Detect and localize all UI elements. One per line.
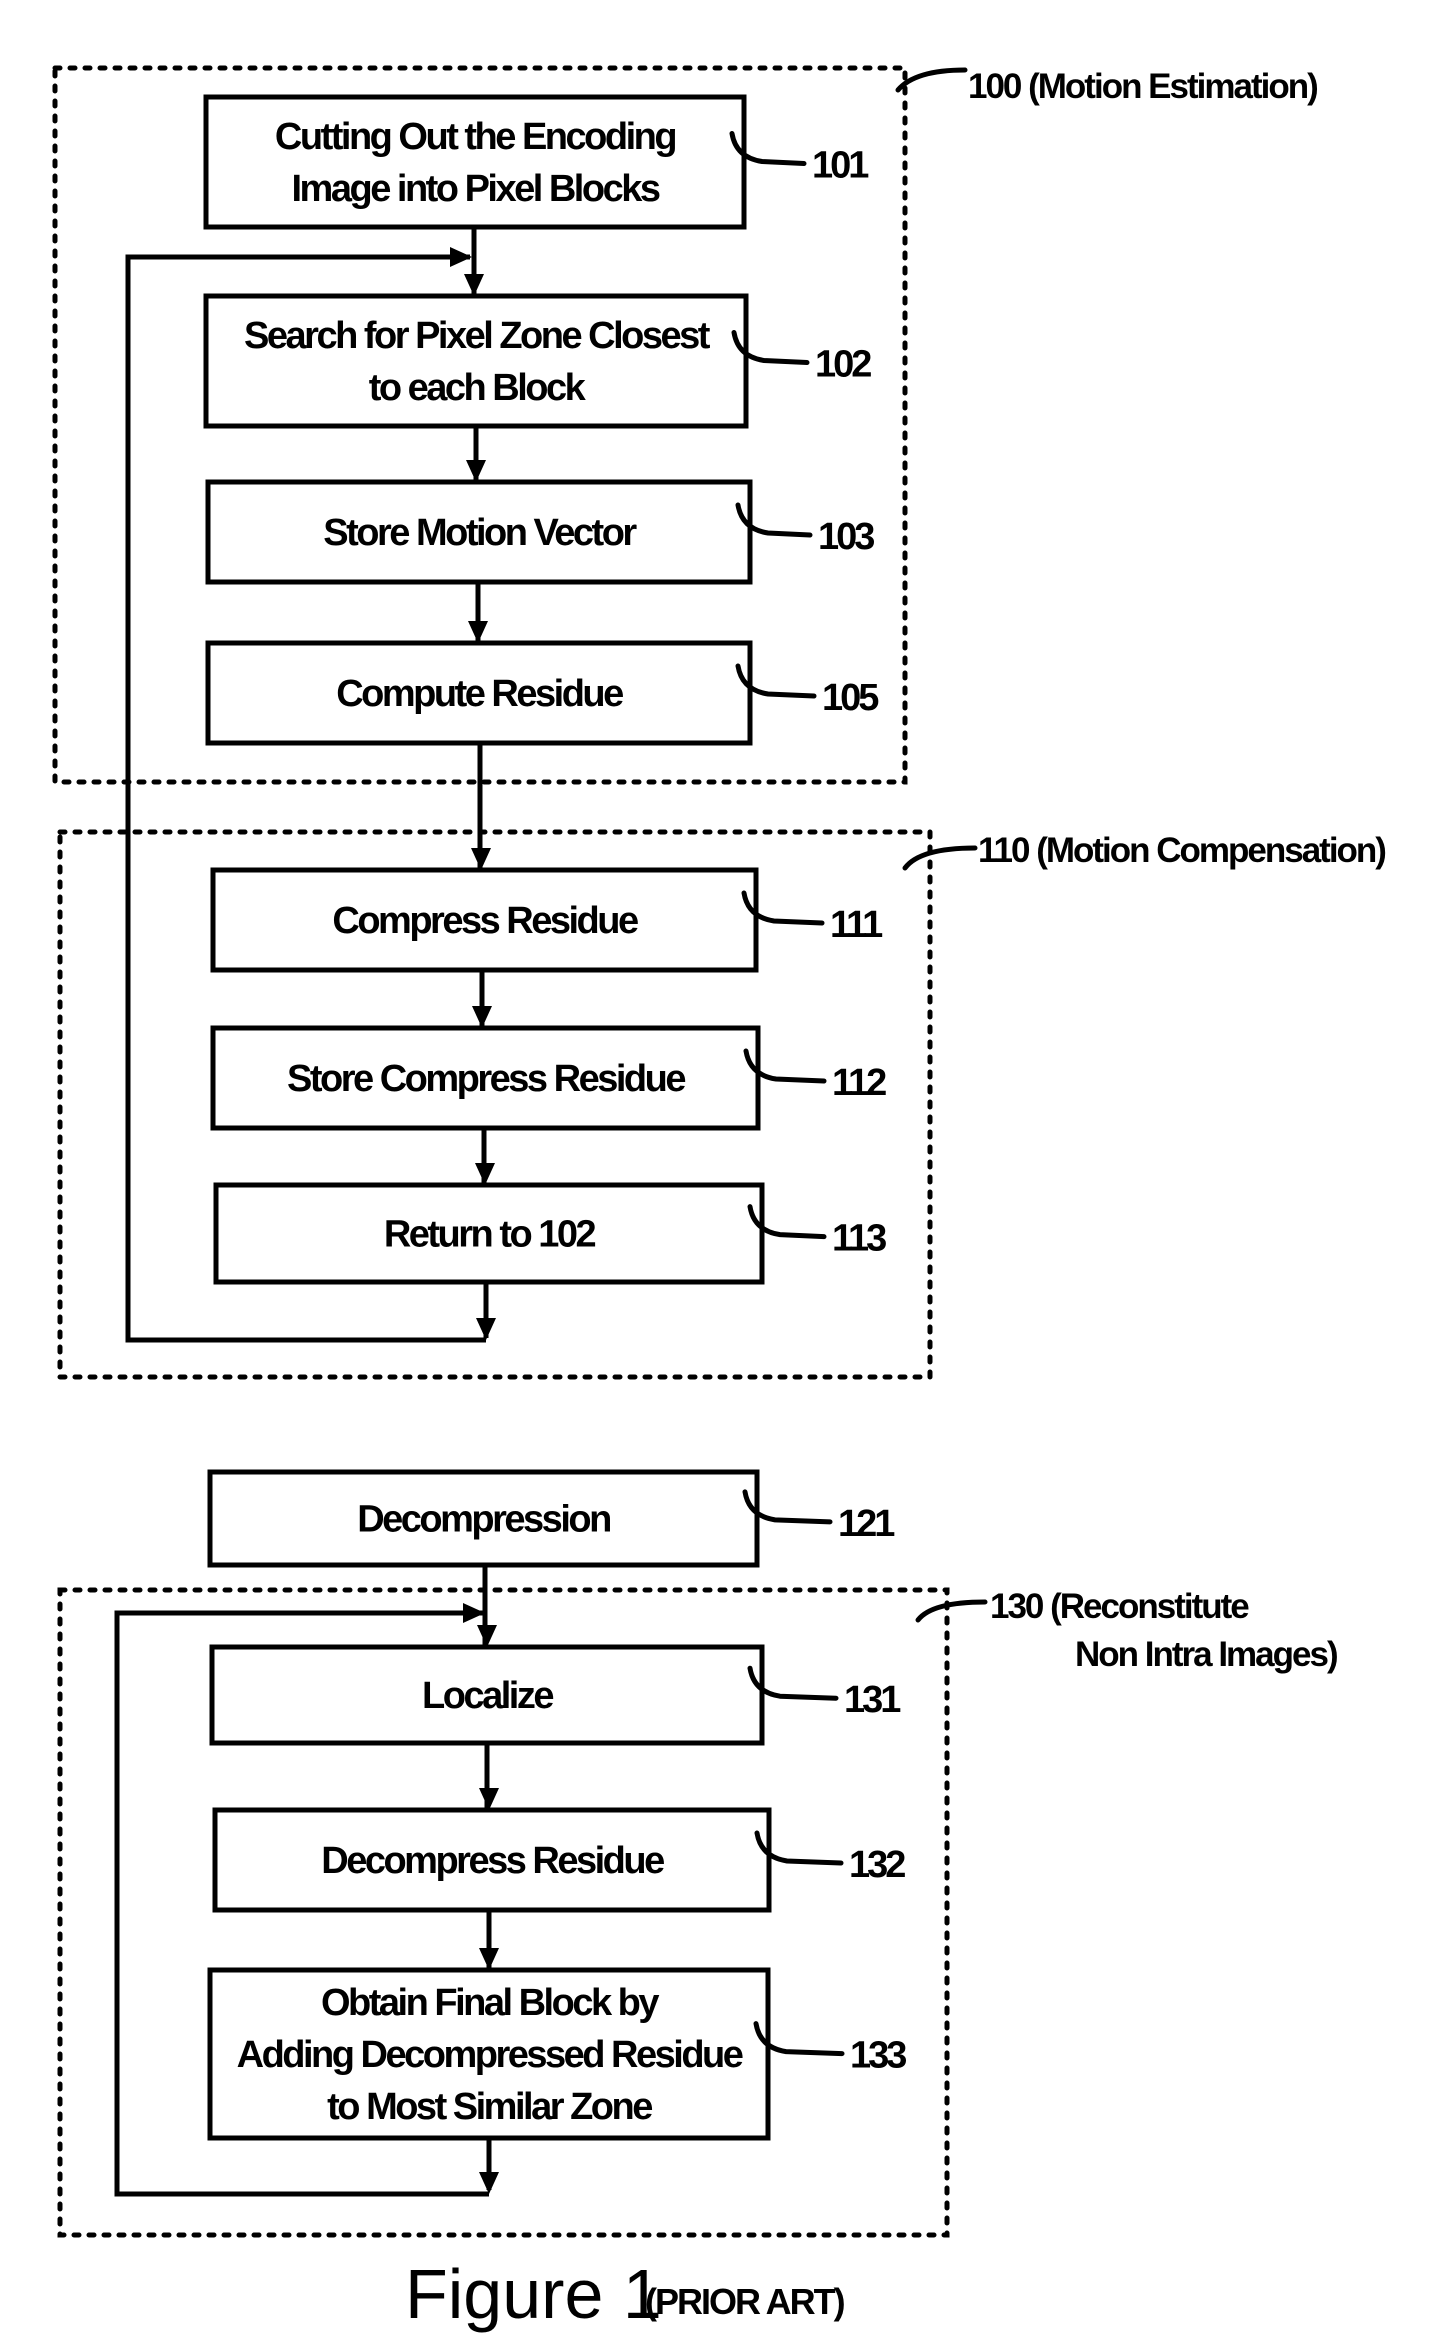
reference-number: 111 — [830, 904, 883, 946]
arrowhead-down — [475, 1163, 495, 1185]
step-text-line: Adding Decompressed Residue — [237, 2034, 743, 2076]
step-text-line: Decompress Residue — [321, 1840, 664, 1882]
arrowhead-loop-102 — [450, 247, 472, 267]
step-text-line: Image into Pixel Blocks — [292, 168, 660, 210]
step-112: Store Compress Residue 112 — [210, 1025, 889, 1131]
arrowhead-loop-131 — [463, 1603, 485, 1623]
step-boxes: Cutting Out the Encoding Image into Pixel… — [203, 94, 909, 2141]
reference-number: 131 — [844, 1679, 901, 1721]
step-text-line: to Most Similar Zone — [327, 2086, 652, 2128]
step-103: Store Motion Vector 103 — [205, 479, 877, 585]
group-label-motion-estimation: 100 (Motion Estimation) — [968, 67, 1317, 106]
step-text-line: Return to 102 — [384, 1214, 596, 1256]
arrowhead-down — [466, 460, 486, 482]
figure-caption-note: (PRIOR ART) — [645, 2281, 845, 2322]
flowchart-figure: 100 (Motion Estimation) 110 (Motion Comp… — [52, 65, 1387, 2333]
leader-line-110 — [902, 845, 978, 871]
arrowhead-down — [464, 274, 484, 296]
step-text-line: Compute Residue — [336, 673, 623, 715]
reference-number: 121 — [838, 1503, 895, 1545]
arrowhead-down — [479, 2172, 499, 2194]
step-105: Compute Residue 105 — [205, 640, 882, 746]
reference-number: 105 — [822, 677, 879, 719]
arrowhead-down — [471, 848, 491, 870]
step-text-line: Obtain Final Block by — [321, 1982, 659, 2024]
reference-number: 133 — [850, 2035, 906, 2077]
reference-number: 112 — [832, 1062, 886, 1104]
reference-number: 103 — [818, 516, 874, 558]
figure-caption: Figure 1 — [405, 2255, 662, 2333]
step-113: Return to 102 113 — [213, 1182, 889, 1285]
arrowhead-down — [468, 621, 488, 643]
step-text-line: Localize — [422, 1675, 553, 1717]
step-text-line: Search for Pixel Zone Closest — [244, 315, 711, 357]
leader-line-130 — [915, 1599, 988, 1623]
step-text-line: to each Block — [369, 367, 587, 409]
step-131: Localize 131 — [209, 1644, 904, 1746]
group-label-motion-compensation: 110 (Motion Compensation) — [978, 831, 1385, 870]
step-text-line: Compress Residue — [332, 900, 638, 942]
step-102: Search for Pixel Zone Closest to each Blo… — [203, 293, 874, 429]
arrowhead-down — [479, 1948, 499, 1970]
step-text-line: Decompression — [357, 1499, 610, 1541]
arrowhead-down — [476, 1318, 496, 1340]
arrowhead-down — [472, 1006, 492, 1028]
leader-line-100 — [895, 67, 968, 93]
group-label-reconstitute-line1: 130 (Reconstitute — [990, 1587, 1249, 1626]
step-121: Decompression 121 — [207, 1469, 898, 1568]
step-111: Compress Residue 111 — [210, 867, 886, 973]
step-101: Cutting Out the Encoding Image into Pixel… — [203, 94, 872, 230]
group-label-reconstitute-line2: Non Intra Images) — [1075, 1635, 1337, 1674]
arrowhead-down — [477, 1625, 497, 1647]
step-text-line: Store Motion Vector — [323, 512, 637, 554]
arrowhead-down — [479, 1788, 499, 1810]
step-text-line: Store Compress Residue — [287, 1058, 685, 1100]
step-text-line: Cutting Out the Encoding — [275, 116, 675, 158]
reference-number: 113 — [832, 1218, 886, 1260]
reference-number: 132 — [849, 1844, 905, 1886]
reference-number: 102 — [815, 344, 871, 386]
step-133: Obtain Final Block by Adding Decompressed… — [207, 1967, 909, 2141]
step-132: Decompress Residue 132 — [212, 1807, 908, 1913]
reference-number: 101 — [812, 145, 869, 187]
